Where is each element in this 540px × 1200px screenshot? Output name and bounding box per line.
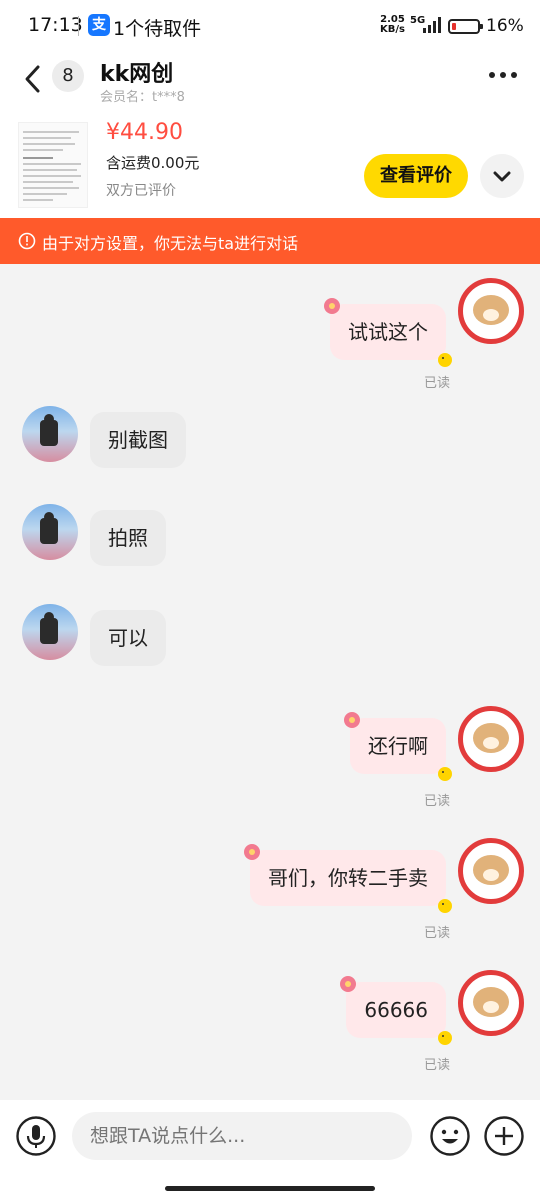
status-divider	[78, 16, 79, 36]
message-text: 可以	[108, 626, 148, 650]
chick-sticker-icon	[438, 1031, 452, 1045]
my-avatar[interactable]	[458, 278, 524, 344]
message-bubble[interactable]: 可以	[90, 610, 166, 666]
message-bubble[interactable]: 还行啊	[344, 712, 452, 781]
chick-sticker-icon	[438, 767, 452, 781]
battery-icon	[448, 19, 483, 34]
chick-sticker-icon	[438, 899, 452, 913]
status-notification: 1个待取件	[113, 18, 202, 40]
message-bubble[interactable]: 试试这个	[324, 298, 452, 367]
message-bubble[interactable]: 拍照	[90, 510, 166, 566]
input-bar	[0, 1100, 540, 1200]
read-receipt: 已读	[423, 1058, 450, 1073]
message-list: 试试这个 已读 别截图 拍照 可以 还行啊 已读 哥们，你转二手卖 已读 666…	[0, 264, 540, 1100]
signal-icon	[423, 17, 441, 33]
flower-sticker-icon	[324, 298, 340, 314]
status-bar: 17:13 支 1个待取件 2.05 KB/s 5G 16%	[0, 0, 540, 54]
contact-avatar[interactable]	[22, 604, 78, 660]
alipay-icon: 支	[88, 14, 110, 36]
emoji-icon[interactable]	[430, 1116, 470, 1156]
unread-count-badge[interactable]: 8	[52, 60, 84, 92]
review-status: 双方已评价	[106, 183, 176, 199]
message-bubble[interactable]: 66666	[340, 976, 452, 1045]
plus-icon[interactable]	[484, 1116, 524, 1156]
chick-sticker-icon	[438, 353, 452, 367]
microphone-icon[interactable]	[16, 1116, 56, 1156]
battery-fill	[452, 23, 456, 30]
notice-text: 由于对方设置，你无法与ta进行对话	[42, 234, 299, 253]
net-speed-unit: KB/s	[380, 24, 405, 35]
read-receipt: 已读	[423, 926, 450, 941]
home-indicator[interactable]	[165, 1186, 375, 1191]
shipping-fee: 含运费0.00元	[106, 154, 200, 172]
product-price: ¥44.90	[106, 120, 183, 145]
flower-sticker-icon	[244, 844, 260, 860]
message-bubble[interactable]: 哥们，你转二手卖	[244, 844, 452, 913]
chat-title[interactable]: kk网创	[100, 56, 173, 88]
net-speed: 2.05 KB/s	[380, 15, 405, 35]
message-text: 还行啊	[368, 734, 428, 758]
chat-header: 8 kk网创 会员名：t***8	[0, 54, 540, 112]
message-text: 试试这个	[348, 320, 428, 344]
info-icon	[18, 232, 36, 250]
product-card[interactable]: ¥44.90 含运费0.00元 双方已评价 查看评价	[0, 112, 540, 218]
battery-percent: 16%	[486, 16, 524, 36]
message-input[interactable]	[72, 1112, 412, 1160]
message-text: 哥们，你转二手卖	[268, 866, 428, 890]
message-text: 66666	[364, 998, 428, 1022]
chevron-down-icon[interactable]	[480, 154, 524, 198]
back-arrow-icon[interactable]	[22, 64, 44, 94]
member-name: 会员名：t***8	[100, 90, 185, 105]
contact-avatar[interactable]	[22, 406, 78, 462]
read-receipt: 已读	[423, 376, 450, 391]
status-time: 17:13	[28, 14, 83, 36]
product-thumbnail[interactable]	[18, 122, 88, 208]
read-receipt: 已读	[423, 794, 450, 809]
flower-sticker-icon	[344, 712, 360, 728]
flower-sticker-icon	[340, 976, 357, 992]
more-options-icon[interactable]	[488, 70, 518, 80]
message-text: 拍照	[108, 526, 148, 550]
my-avatar[interactable]	[458, 970, 524, 1036]
restriction-notice: 由于对方设置，你无法与ta进行对话	[0, 218, 540, 264]
message-text: 别截图	[108, 428, 168, 452]
contact-avatar[interactable]	[22, 504, 78, 560]
my-avatar[interactable]	[458, 706, 524, 772]
view-review-button[interactable]: 查看评价	[364, 154, 468, 198]
my-avatar[interactable]	[458, 838, 524, 904]
message-bubble[interactable]: 别截图	[90, 412, 186, 468]
